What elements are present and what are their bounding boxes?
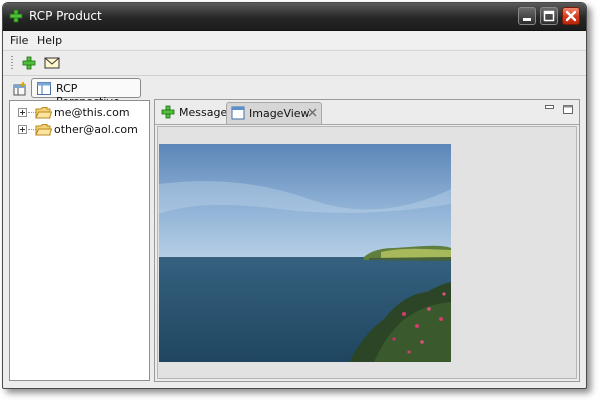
add-icon[interactable] bbox=[20, 54, 38, 72]
minimize-view-icon[interactable] bbox=[545, 105, 554, 112]
open-perspective-icon[interactable] bbox=[12, 81, 28, 97]
mailbox-tree: me@this.com other@aol.com bbox=[9, 100, 150, 381]
app-window: RCP Product File Help RCP me@this.com ot… bbox=[2, 2, 587, 389]
menu-file[interactable]: File bbox=[10, 34, 28, 47]
maximize-icon bbox=[543, 10, 555, 22]
folder-icon bbox=[35, 107, 52, 119]
minimize-button[interactable] bbox=[518, 7, 536, 25]
perspective-button[interactable]: RCP Perspective bbox=[31, 78, 141, 108]
perspective-bar: RCP Perspective bbox=[3, 75, 586, 108]
image-view-content bbox=[157, 126, 577, 379]
folder-icon bbox=[35, 124, 52, 136]
maximize-view-icon[interactable] bbox=[563, 105, 573, 114]
tab-message[interactable]: Message bbox=[157, 102, 228, 124]
toolbar-grip[interactable] bbox=[11, 56, 13, 70]
add-icon bbox=[161, 105, 175, 119]
view-icon bbox=[231, 106, 245, 120]
landscape-photo bbox=[159, 144, 451, 362]
app-plus-icon bbox=[9, 9, 23, 23]
tree-item[interactable]: other@aol.com bbox=[18, 122, 148, 138]
menu-bar: File Help bbox=[3, 31, 586, 49]
title-bar[interactable]: RCP Product bbox=[3, 3, 586, 31]
tab-message-label: Message bbox=[179, 106, 228, 119]
window-title: RCP Product bbox=[29, 9, 102, 23]
menu-help[interactable]: Help bbox=[37, 34, 62, 47]
close-icon bbox=[565, 10, 577, 22]
toolbar bbox=[3, 50, 586, 75]
close-button[interactable] bbox=[562, 7, 580, 25]
tree-item-label: me@this.com bbox=[54, 106, 130, 119]
tree-item-label: other@aol.com bbox=[54, 123, 138, 136]
tree-item[interactable]: me@this.com bbox=[18, 105, 148, 121]
perspective-icon bbox=[37, 82, 51, 95]
mail-icon[interactable] bbox=[43, 54, 61, 72]
tab-imageview-label: ImageView bbox=[249, 107, 310, 120]
minimize-icon bbox=[523, 18, 531, 21]
editor-area: Message ImageView bbox=[154, 99, 580, 382]
tab-bar: Message ImageView bbox=[155, 100, 579, 125]
tab-imageview[interactable]: ImageView bbox=[226, 102, 322, 124]
close-tab-icon[interactable] bbox=[308, 108, 317, 117]
maximize-button[interactable] bbox=[540, 7, 558, 25]
expand-plus-icon[interactable] bbox=[18, 108, 27, 117]
expand-plus-icon[interactable] bbox=[18, 125, 27, 134]
